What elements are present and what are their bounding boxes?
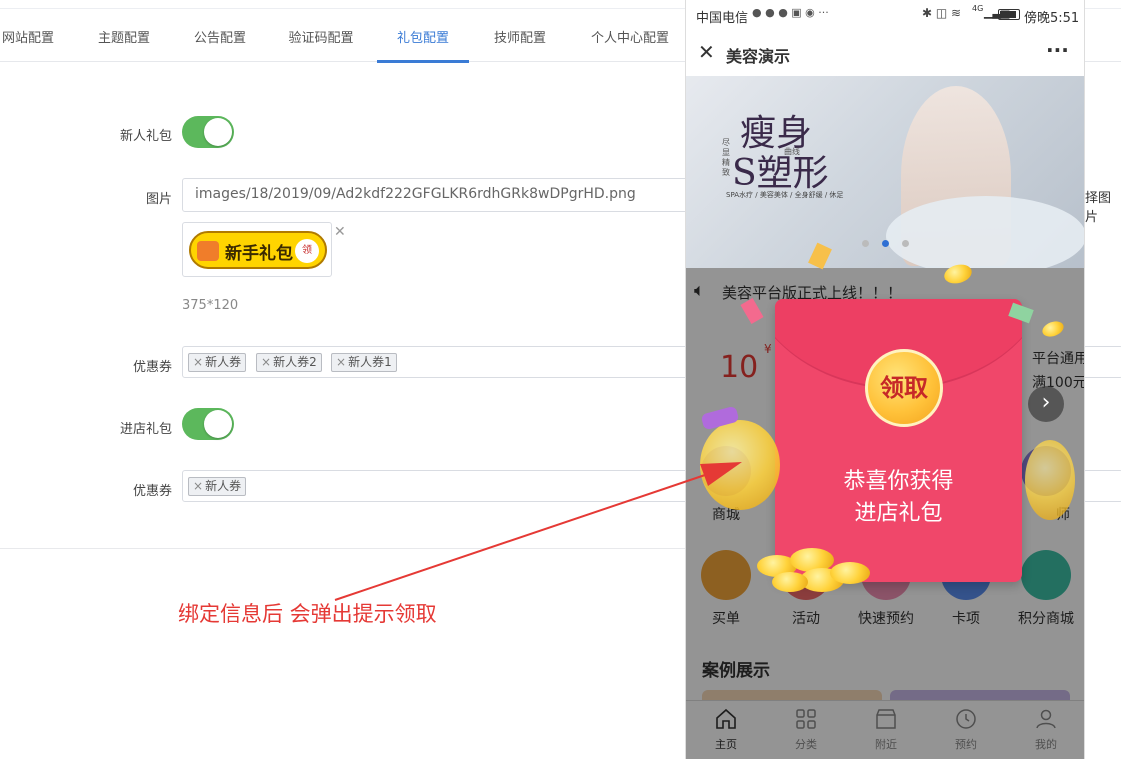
annotation-arrow: [334, 462, 742, 601]
